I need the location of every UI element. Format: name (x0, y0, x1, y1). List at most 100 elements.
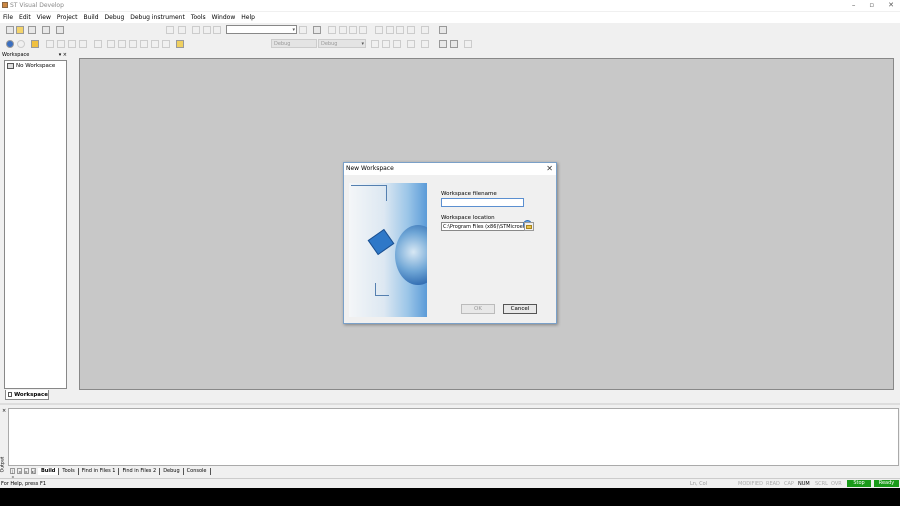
open-file-icon[interactable] (16, 26, 24, 34)
bookmark-next-icon[interactable] (339, 26, 347, 34)
run-icon[interactable] (46, 40, 54, 48)
window-list-icon[interactable] (439, 26, 447, 34)
workspace-tree[interactable]: No Workspace (4, 60, 67, 389)
clean-icon[interactable] (79, 40, 87, 48)
panel-splitter[interactable] (0, 403, 900, 405)
bookmark-clear-icon[interactable] (359, 26, 367, 34)
run-to-cursor-icon[interactable] (140, 40, 148, 48)
tree-item-label: No Workspace (16, 63, 56, 69)
dialog-title: New Workspace (346, 165, 394, 172)
close-window-button[interactable]: ✕ (888, 1, 894, 9)
outdent-icon[interactable] (386, 26, 394, 34)
watch-icon[interactable] (371, 40, 379, 48)
debug-config-combo[interactable]: Debug (271, 39, 317, 48)
tab-nav-prev[interactable]: ◂ (17, 468, 22, 474)
stack-icon[interactable] (407, 40, 415, 48)
tab-nav-last[interactable]: ▸| (31, 468, 36, 474)
step-out-icon[interactable] (129, 40, 137, 48)
browse-folder-button[interactable] (524, 222, 534, 231)
step-icon[interactable] (94, 40, 102, 48)
toolbar-standard: ▾ (0, 24, 900, 37)
dialog-title-bar: New Workspace ✕ (344, 163, 556, 175)
tab-debug[interactable]: Debug (160, 467, 184, 475)
compile-icon[interactable] (31, 40, 39, 48)
step-into-icon[interactable] (107, 40, 115, 48)
tab-build[interactable]: Build (38, 467, 60, 475)
window-title: ST Visual Develop (10, 2, 64, 9)
indent-icon[interactable] (375, 26, 383, 34)
dialog-close-button[interactable]: ✕ (546, 163, 553, 175)
menu-file[interactable]: File (0, 14, 16, 21)
menu-project[interactable]: Project (54, 14, 81, 21)
tab-workspace[interactable]: Workspace (5, 390, 49, 400)
menu-view[interactable]: View (34, 14, 54, 21)
programmer-icon[interactable] (439, 40, 447, 48)
rebuild-icon[interactable] (68, 40, 76, 48)
chip-icon[interactable] (450, 40, 458, 48)
peripherals-icon[interactable] (421, 40, 429, 48)
new-file-icon[interactable] (6, 26, 14, 34)
workspace-panel: Workspace ▾ × No Workspace (2, 52, 69, 390)
tab-find-in-files-1[interactable]: Find in Files 1 (79, 467, 120, 475)
ok-button[interactable]: OK (461, 304, 495, 314)
workspace-panel-title: Workspace ▾ × (2, 52, 69, 59)
tree-item-no-workspace[interactable]: No Workspace (7, 63, 55, 69)
menu-debug-instrument[interactable]: Debug instrument (127, 14, 188, 21)
build-project-icon[interactable] (6, 40, 14, 48)
folder-icon (526, 225, 532, 229)
debug-target-combo[interactable]: Debug ▾ (318, 39, 366, 48)
tab-nav-first[interactable]: |◂ (10, 468, 15, 479)
maximize-button[interactable]: ▫ (869, 1, 874, 9)
workspace-filename-label: Workspace filename (441, 191, 497, 197)
menu-window[interactable]: Window (209, 14, 239, 21)
bookmark-prev-icon[interactable] (349, 26, 357, 34)
menu-build[interactable]: Build (80, 14, 101, 21)
redo-icon[interactable] (178, 26, 186, 34)
tab-tools[interactable]: Tools (59, 467, 79, 475)
output-side-bar: × Output (0, 408, 7, 474)
bookmark-toggle-icon[interactable] (328, 26, 336, 34)
output-text-area[interactable] (8, 408, 899, 466)
comment-icon[interactable] (396, 26, 404, 34)
settings-gear-icon[interactable] (17, 40, 25, 48)
memory-icon[interactable] (382, 40, 390, 48)
registers-icon[interactable] (393, 40, 401, 48)
minimize-button[interactable]: – (852, 1, 856, 9)
status-help-text: For Help, press F1 (1, 481, 47, 487)
reset-icon[interactable] (162, 40, 170, 48)
menu-help[interactable]: Help (238, 14, 258, 21)
menu-edit[interactable]: Edit (16, 14, 34, 21)
output-close-icon[interactable]: × (2, 408, 6, 414)
binoculars-icon[interactable] (313, 26, 321, 34)
cut-icon[interactable] (192, 26, 200, 34)
workspace-filename-input[interactable] (441, 198, 524, 207)
favorites-icon[interactable] (176, 40, 184, 48)
menu-tools[interactable]: Tools (188, 14, 209, 21)
save-all-icon[interactable] (28, 26, 36, 34)
uncomment-icon[interactable] (407, 26, 415, 34)
paste-icon[interactable] (213, 26, 221, 34)
workspace-location-label: Workspace location (441, 215, 495, 221)
step-over-icon[interactable] (118, 40, 126, 48)
app-window: ST Visual Develop – ▫ ✕ File Edit View P… (0, 0, 900, 488)
workspace-location-input[interactable]: C:\Program Files (x86)\STMicroelec (441, 222, 525, 231)
undo-icon[interactable] (166, 26, 174, 34)
find-in-files-icon[interactable] (299, 26, 307, 34)
status-line-col: Ln, Col (690, 481, 708, 487)
copy-icon[interactable] (203, 26, 211, 34)
find-combo[interactable]: ▾ (226, 25, 297, 34)
tab-nav-next[interactable]: ▸ (24, 468, 29, 474)
menu-debug[interactable]: Debug (102, 14, 128, 21)
format-icon[interactable] (421, 26, 429, 34)
tab-console[interactable]: Console (184, 467, 211, 475)
erase-icon[interactable] (464, 40, 472, 48)
workspace-panel-controls[interactable]: ▾ × (59, 52, 67, 59)
print-icon[interactable] (56, 26, 64, 34)
breakpoint-icon[interactable] (151, 40, 159, 48)
save-icon[interactable] (42, 26, 50, 34)
dialog-banner-image (349, 183, 427, 317)
tab-find-in-files-2[interactable]: Find in Files 2 (119, 467, 161, 475)
cancel-button[interactable]: Cancel (503, 304, 537, 314)
stop-build-icon[interactable] (57, 40, 65, 48)
workspace-icon (7, 63, 14, 69)
